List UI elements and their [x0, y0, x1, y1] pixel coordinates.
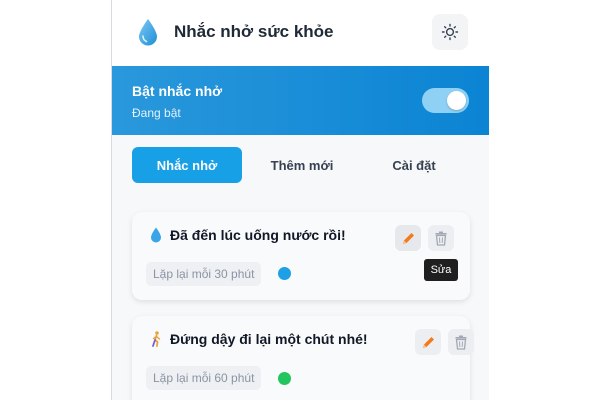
reminder-title: Đã đến lúc uống nước rồi!: [170, 227, 346, 243]
tab-reminders[interactable]: Nhắc nhở: [132, 147, 242, 183]
tab-bar: Nhắc nhở Thêm mới Cài đặt: [112, 135, 489, 195]
tab-add-new[interactable]: Thêm mới: [247, 147, 357, 183]
theme-toggle-button[interactable]: [432, 14, 468, 50]
delete-button[interactable]: [448, 329, 474, 355]
water-drop-icon: [139, 19, 157, 46]
header: Nhắc nhở sức khỏe: [112, 0, 489, 66]
pencil-icon: [402, 232, 414, 244]
delete-button[interactable]: [428, 225, 454, 251]
repeat-interval-badge: Lặp lại mỗi 60 phút: [146, 366, 262, 390]
pencil-icon: [422, 336, 434, 348]
reminder-color-dot: [278, 267, 291, 280]
reminder-card: Đã đến lúc uống nước rồi! Lặp lại mỗi 30…: [132, 212, 470, 300]
reminder-card: Đứng dậy đi lại một chút nhé! Lặp lại mỗ…: [132, 316, 474, 400]
edit-tooltip: Sửa: [424, 259, 458, 281]
reminder-title-row: Đã đến lúc uống nước rồi!: [148, 227, 346, 243]
repeat-interval-badge: Lặp lại mỗi 30 phút: [146, 262, 262, 286]
trash-icon: [435, 231, 447, 246]
reminder-toggle-switch[interactable]: [422, 88, 469, 113]
reminder-toggle-banner: Bật nhắc nhở Đang bật: [112, 66, 489, 135]
tab-settings[interactable]: Cài đặt: [359, 147, 469, 183]
water-drop-icon: [151, 227, 161, 243]
reminder-title: Đứng dậy đi lại một chút nhé!: [170, 331, 368, 347]
walking-person-icon: [152, 331, 161, 347]
banner-status: Đang bật: [132, 106, 181, 120]
toggle-knob: [447, 91, 466, 110]
trash-icon: [455, 335, 467, 350]
sun-icon: [441, 23, 459, 41]
edit-button[interactable]: [415, 329, 441, 355]
extension-popup: Nhắc nhở sức khỏe Bật nhắc nhở Đang bật: [112, 0, 489, 400]
edit-button[interactable]: [395, 225, 421, 251]
reminder-title-row: Đứng dậy đi lại một chút nhé!: [148, 331, 368, 347]
reminder-color-dot: [278, 372, 291, 385]
app-title: Nhắc nhở sức khỏe: [174, 22, 334, 41]
banner-title: Bật nhắc nhở: [132, 83, 223, 99]
